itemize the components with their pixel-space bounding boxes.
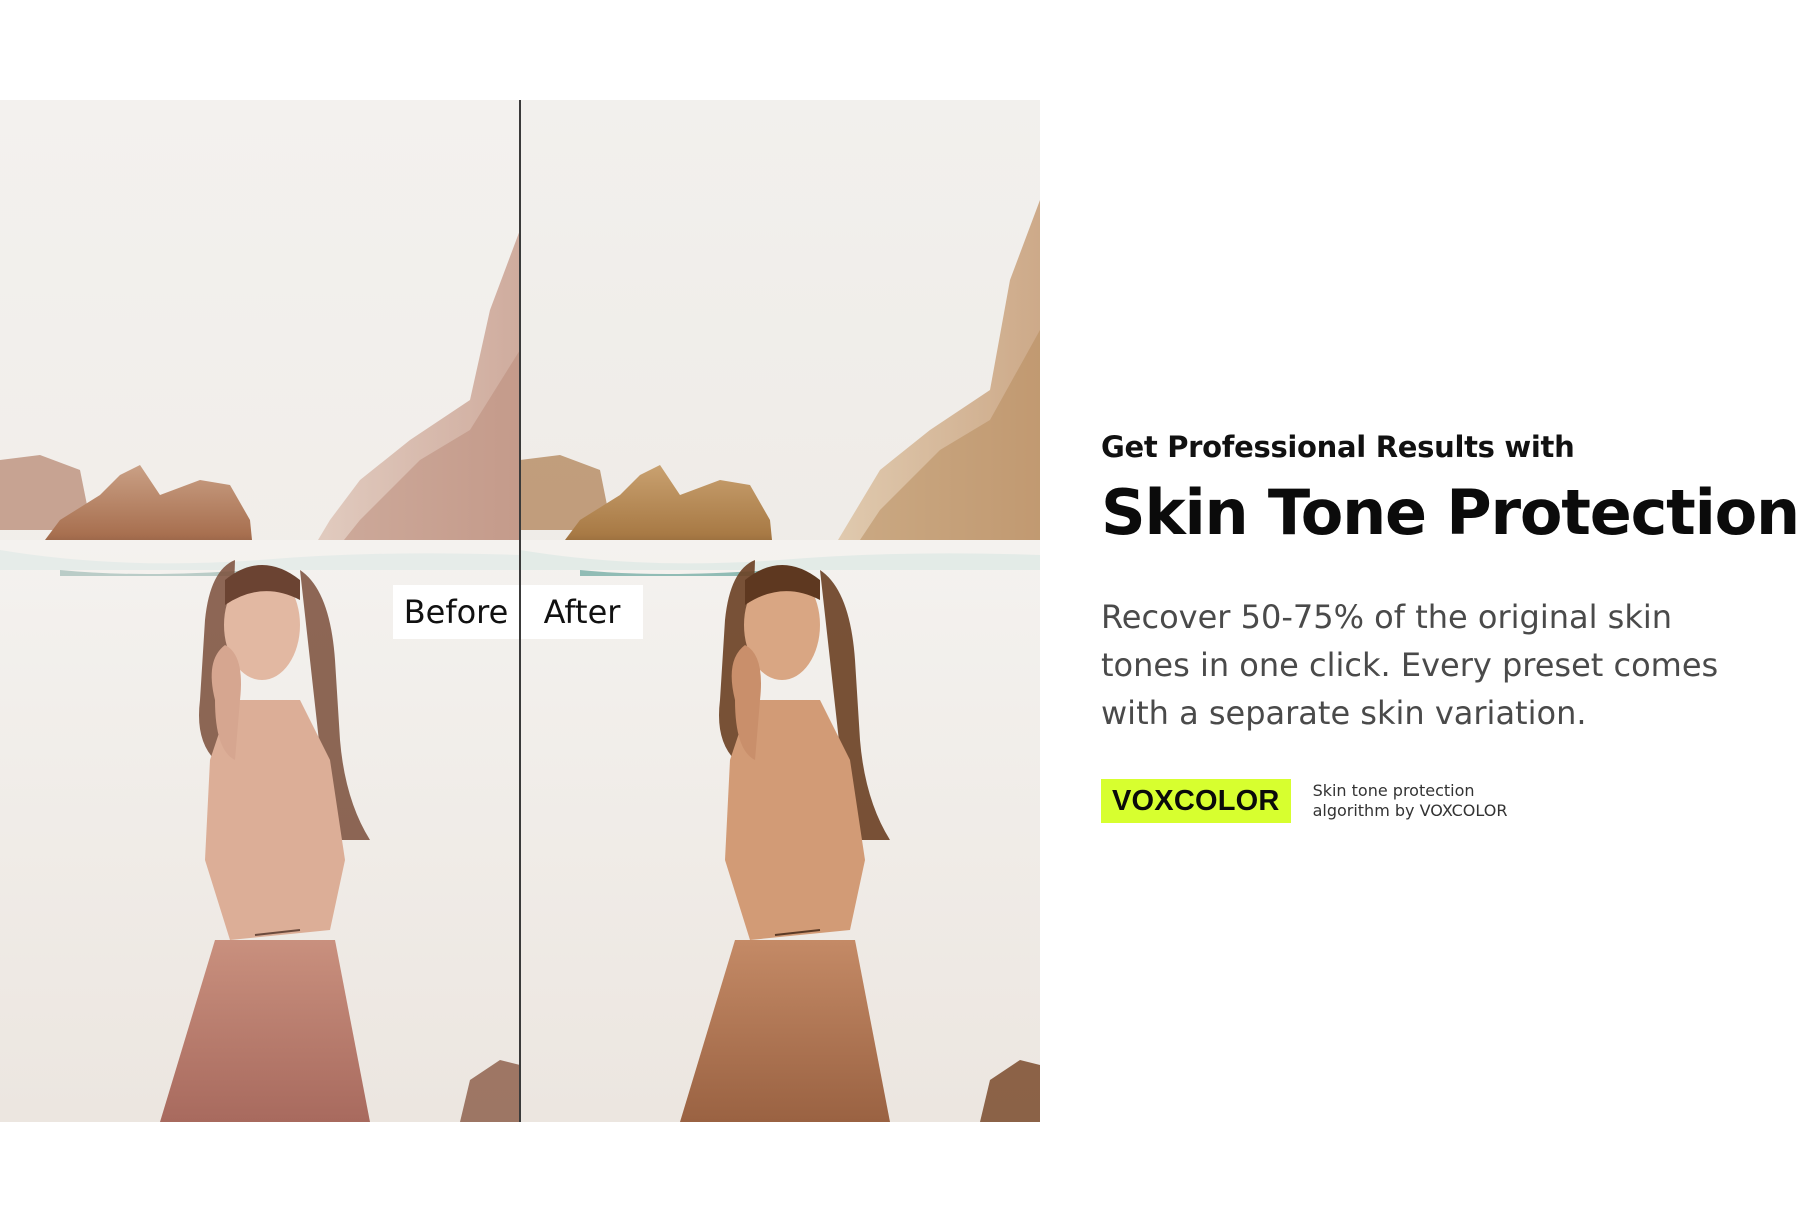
before-after-comparison[interactable]: Before After [0,100,1040,1122]
eyebrow-text: Get Professional Results with [1101,430,1575,464]
page-title: Skin Tone Protection [1101,476,1800,549]
feature-copy: Get Professional Results with Skin Tone … [1101,425,1800,823]
after-label: After [521,585,643,639]
page: Before After Get Professional Results wi… [0,0,1820,1214]
feature-description: Recover 50-75% of the original skin tone… [1101,598,1719,732]
before-label: Before [393,585,519,639]
voxcolor-badge: VOXCOLOR [1101,779,1291,823]
brand-caption: Skin tone protection algorithm by VOXCOL… [1312,781,1508,820]
brand-row: VOXCOLOR Skin tone protection algorithm … [1101,779,1791,823]
